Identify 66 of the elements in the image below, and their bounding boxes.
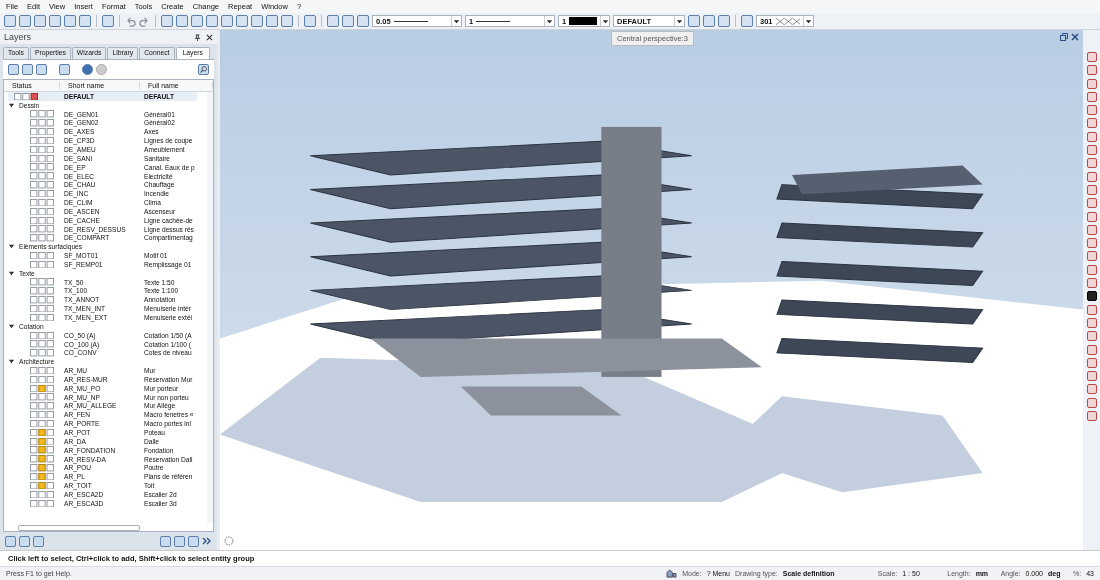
layer-status-icon[interactable] <box>30 473 54 481</box>
collapse-icon[interactable] <box>8 101 15 109</box>
layer-status-icon[interactable] <box>30 154 54 162</box>
layer-status-icon[interactable] <box>30 190 54 198</box>
layer-status-icon[interactable] <box>30 181 54 189</box>
layer-status-icon[interactable] <box>30 287 54 295</box>
layer-status-icon[interactable] <box>30 402 54 410</box>
pin-icon[interactable] <box>194 33 201 41</box>
caret-icon[interactable] <box>546 17 553 25</box>
close-icon[interactable] <box>1071 33 1079 41</box>
layer-status-icon[interactable] <box>30 110 54 118</box>
layer-status-icon[interactable] <box>30 375 54 384</box>
layer-status-icon[interactable] <box>30 234 54 242</box>
undo-icon[interactable] <box>125 15 136 27</box>
restore-icon[interactable] <box>1060 33 1068 41</box>
layer-status-icon[interactable] <box>30 446 54 454</box>
layer-status-icon[interactable] <box>30 419 54 428</box>
layer-status-icon[interactable] <box>30 393 54 401</box>
layer-status-icon[interactable] <box>30 464 54 472</box>
mode-icon <box>666 569 678 578</box>
panel-title: Layers <box>4 32 31 42</box>
layer-status-icon[interactable] <box>30 304 54 313</box>
layer-status-icon[interactable] <box>30 296 54 304</box>
layer-status-icon[interactable] <box>30 260 54 269</box>
collapse-icon[interactable] <box>8 358 15 366</box>
layer-status-icon[interactable] <box>30 119 54 127</box>
layer-status-icon[interactable] <box>30 384 54 392</box>
layer-status-icon[interactable] <box>30 437 54 445</box>
layer-status-icon[interactable] <box>30 411 54 419</box>
layer-status-icon[interactable] <box>30 499 54 507</box>
current-layer-status-icon[interactable] <box>14 92 38 101</box>
layer-status-icon[interactable] <box>30 207 54 216</box>
layer-status-icon[interactable] <box>30 216 54 224</box>
layer-status-icon[interactable] <box>30 225 54 233</box>
tool-icon[interactable] <box>1086 291 1097 302</box>
search-icon[interactable] <box>198 64 209 75</box>
hatch-pattern-icon <box>775 17 801 25</box>
layer-status-icon[interactable] <box>30 136 54 145</box>
layer-status-icon[interactable] <box>30 172 54 180</box>
navigation-icon[interactable] <box>224 536 234 546</box>
layer-status-icon[interactable] <box>30 331 54 339</box>
layer-status-icon[interactable] <box>30 340 54 348</box>
layer-status-icon[interactable] <box>30 313 54 322</box>
layer-status-icon[interactable] <box>30 163 54 171</box>
layer-status-icon[interactable] <box>30 251 54 260</box>
layer-status-icon[interactable] <box>30 198 54 207</box>
layer-status-icon[interactable] <box>30 145 54 154</box>
layer-status-icon[interactable] <box>30 366 54 375</box>
chevron-icon[interactable] <box>202 536 212 546</box>
collapse-icon[interactable] <box>8 322 15 330</box>
layer-status-icon[interactable] <box>30 349 54 357</box>
layer-status-icon[interactable] <box>30 128 54 136</box>
layer-status-icon[interactable] <box>30 428 54 437</box>
caret-icon[interactable] <box>601 17 609 25</box>
layer-status-icon[interactable] <box>30 490 54 499</box>
collapse-icon[interactable] <box>8 243 15 251</box>
layer-status-icon[interactable] <box>30 455 54 463</box>
scrollbar-thumb[interactable] <box>18 525 140 531</box>
layer-status-icon[interactable] <box>30 481 54 490</box>
close-icon[interactable] <box>206 33 213 41</box>
caret-icon[interactable] <box>676 17 683 25</box>
caret-icon[interactable] <box>805 17 813 25</box>
collapse-icon[interactable] <box>8 269 15 277</box>
caret-icon[interactable] <box>453 17 460 25</box>
redo-icon[interactable] <box>139 15 150 27</box>
layer-status-icon[interactable] <box>30 278 54 286</box>
